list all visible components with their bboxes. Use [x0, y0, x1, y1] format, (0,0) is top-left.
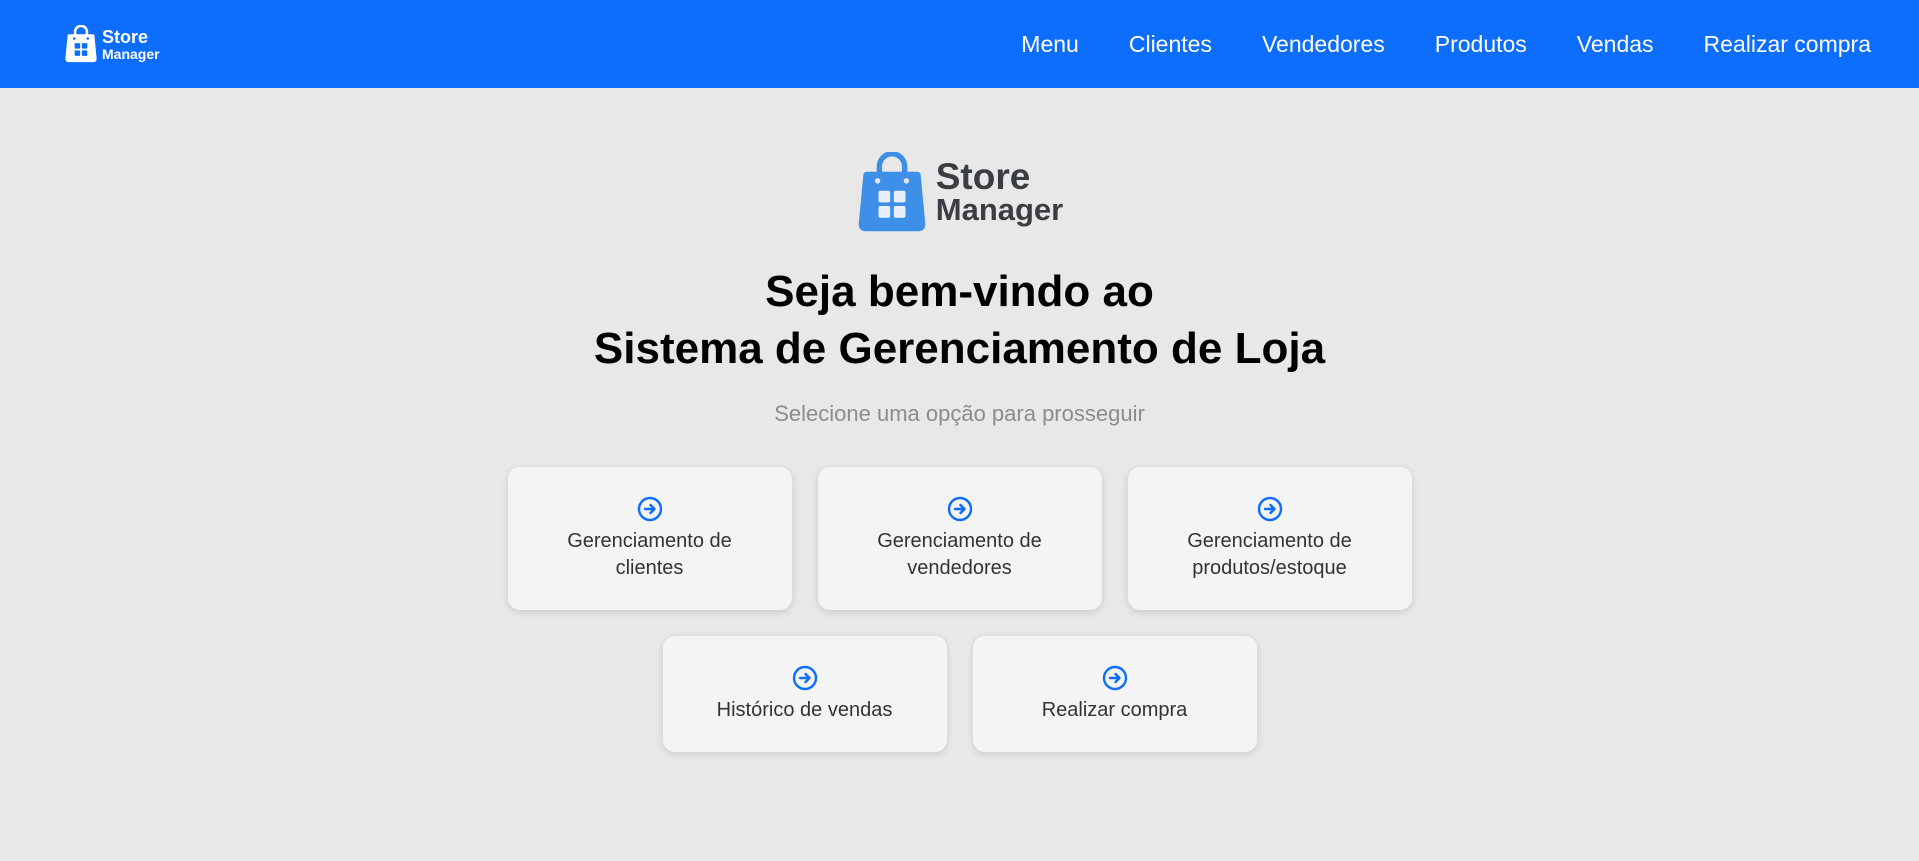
hero-logo-wordmark: Store Manager: [935, 156, 1064, 228]
hero-logo: Store Manager: [856, 152, 1063, 233]
card-gerenciamento-clientes[interactable]: Gerenciamento de clientes: [507, 467, 792, 610]
shopping-bag-icon: [858, 152, 926, 232]
nav-link-clientes[interactable]: Clientes: [1129, 31, 1212, 58]
navbar: Store Manager Menu Clientes Vendedores P…: [0, 0, 1919, 88]
arrow-circle-right-icon: [1257, 496, 1282, 521]
arrow-circle-right-icon: [947, 496, 972, 521]
card-label: Realizar compra: [1041, 698, 1188, 721]
arrow-circle-right-icon: [792, 665, 817, 690]
options-row-2: Histórico de vendas Realizar compra: [662, 636, 1257, 752]
main-content: Store Manager Seja bem-vindo ao Sistema …: [0, 88, 1919, 752]
brand-line-2: Manager: [102, 45, 160, 62]
nav-links: Menu Clientes Vendedores Produtos Vendas…: [1021, 31, 1871, 58]
card-label: Gerenciamento de vendedores: [877, 529, 1042, 579]
page-title-line-2: Sistema de Gerenciamento de Loja: [593, 324, 1326, 373]
page-subtitle: Selecione uma opção para prosseguir: [774, 401, 1145, 426]
card-label: Gerenciamento de clientes: [567, 529, 732, 579]
arrow-circle-right-icon: [637, 496, 662, 521]
nav-link-vendas[interactable]: Vendas: [1577, 31, 1654, 58]
arrow-circle-right-icon: [1102, 665, 1127, 690]
page-title-line-1: Seja bem-vindo ao: [765, 267, 1154, 316]
card-historico-vendas[interactable]: Histórico de vendas: [662, 636, 947, 752]
hero-logo-line-1: Store: [935, 156, 1031, 198]
brand-line-1: Store: [102, 26, 149, 47]
nav-link-produtos[interactable]: Produtos: [1435, 31, 1527, 58]
brand-logo[interactable]: Store Manager: [64, 25, 160, 63]
card-realizar-compra[interactable]: Realizar compra: [972, 636, 1257, 752]
card-label: Gerenciamento de produtos/estoque: [1187, 529, 1352, 579]
brand-wordmark: Store Manager: [102, 28, 160, 61]
card-gerenciamento-produtos[interactable]: Gerenciamento de produtos/estoque: [1127, 467, 1412, 610]
shopping-bag-icon: [65, 25, 97, 63]
hero-logo-line-2: Manager: [935, 192, 1064, 228]
nav-link-vendedores[interactable]: Vendedores: [1262, 31, 1385, 58]
card-label: Histórico de vendas: [716, 698, 893, 721]
options-grid: Gerenciamento de clientes Gerenciamento …: [507, 467, 1412, 752]
nav-link-realizar-compra[interactable]: Realizar compra: [1704, 31, 1871, 58]
card-gerenciamento-vendedores[interactable]: Gerenciamento de vendedores: [817, 467, 1102, 610]
nav-link-menu[interactable]: Menu: [1021, 31, 1079, 58]
options-row-1: Gerenciamento de clientes Gerenciamento …: [507, 467, 1412, 610]
page-title: Seja bem-vindo ao Sistema de Gerenciamen…: [594, 263, 1325, 377]
